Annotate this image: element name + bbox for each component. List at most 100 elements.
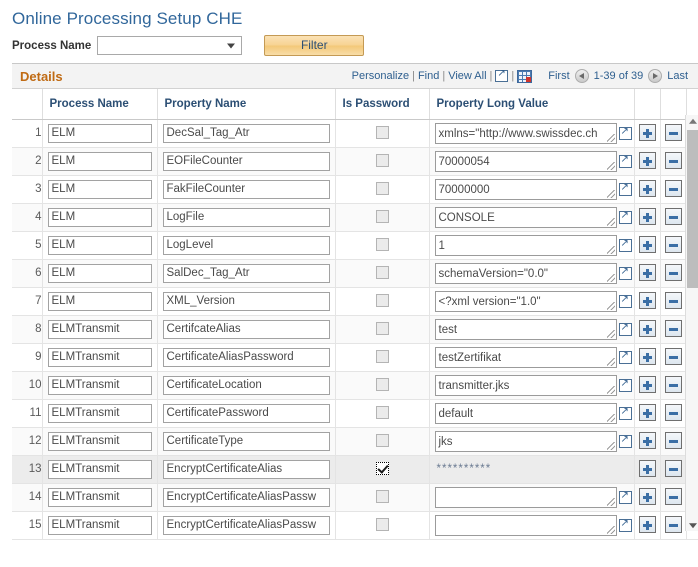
add-row-button[interactable] <box>638 236 656 254</box>
property-name-input[interactable]: EncryptCertificateAlias <box>162 459 330 479</box>
expand-field-icon[interactable] <box>618 153 632 168</box>
process-name-input[interactable]: ELMTransmit <box>47 375 152 395</box>
property-name-input[interactable]: EncryptCertificateAliasPassw <box>162 487 330 507</box>
property-long-value-textarea[interactable]: default <box>434 402 617 424</box>
property-name-input[interactable]: FakFileCounter <box>162 179 330 199</box>
find-link[interactable]: Find <box>418 70 439 82</box>
view-all-link[interactable]: View All <box>448 70 486 82</box>
add-row-button[interactable] <box>638 292 656 310</box>
delete-row-button[interactable] <box>664 320 682 338</box>
add-row-button[interactable] <box>638 152 656 170</box>
property-name-input[interactable]: CertificateLocation <box>162 375 330 395</box>
is-password-checkbox[interactable] <box>375 294 389 308</box>
property-name-input[interactable]: DecSal_Tag_Atr <box>162 123 330 143</box>
delete-row-button[interactable] <box>664 208 682 226</box>
first-page-link[interactable]: First <box>548 70 569 82</box>
expand-field-icon[interactable] <box>618 433 632 448</box>
is-password-checkbox[interactable] <box>375 434 389 448</box>
is-password-checkbox[interactable] <box>375 126 389 140</box>
property-name-input[interactable]: CertificatePassword <box>162 403 330 423</box>
property-long-value-textarea[interactable]: <?xml version="1.0" <box>434 290 617 312</box>
property-name-input[interactable]: LogFile <box>162 207 330 227</box>
add-row-button[interactable] <box>638 208 656 226</box>
expand-field-icon[interactable] <box>618 517 632 532</box>
process-name-input[interactable]: ELMTransmit <box>47 487 152 507</box>
delete-row-button[interactable] <box>664 348 682 366</box>
is-password-checkbox[interactable] <box>375 238 389 252</box>
previous-page-icon[interactable] <box>574 69 589 83</box>
is-password-checkbox[interactable] <box>375 154 389 168</box>
property-long-value-textarea[interactable]: 1 <box>434 234 617 256</box>
grid-vertical-scrollbar[interactable] <box>685 115 698 531</box>
process-name-input[interactable]: ELM <box>47 207 152 227</box>
property-long-value-textarea[interactable]: 70000000 <box>434 178 617 200</box>
property-long-value-textarea[interactable]: schemaVersion="0.0" <box>434 262 617 284</box>
property-long-value-textarea[interactable] <box>434 486 617 508</box>
scroll-down-icon[interactable] <box>686 518 698 531</box>
is-password-checkbox[interactable] <box>375 210 389 224</box>
process-name-input[interactable]: ELM <box>47 123 152 143</box>
expand-field-icon[interactable] <box>618 125 632 140</box>
property-long-value-textarea[interactable]: transmitter.jks <box>434 374 617 396</box>
delete-row-button[interactable] <box>664 376 682 394</box>
expand-field-icon[interactable] <box>618 293 632 308</box>
add-row-button[interactable] <box>638 376 656 394</box>
property-long-value-textarea[interactable] <box>434 514 617 536</box>
process-name-input[interactable]: ELMTransmit <box>47 515 152 535</box>
expand-field-icon[interactable] <box>618 265 632 280</box>
scroll-up-icon[interactable] <box>686 115 698 128</box>
process-name-input[interactable]: ELMTransmit <box>47 431 152 451</box>
property-name-input[interactable]: EOFileCounter <box>162 151 330 171</box>
expand-field-icon[interactable] <box>618 377 632 392</box>
delete-row-button[interactable] <box>664 460 682 478</box>
add-row-button[interactable] <box>638 488 656 506</box>
add-row-button[interactable] <box>638 516 656 534</box>
property-name-input[interactable]: CertificateAliasPassword <box>162 347 330 367</box>
expand-field-icon[interactable] <box>618 321 632 336</box>
process-name-input[interactable]: ELMTransmit <box>47 403 152 423</box>
add-row-button[interactable] <box>638 180 656 198</box>
expand-field-icon[interactable] <box>618 489 632 504</box>
property-name-input[interactable]: LogLevel <box>162 235 330 255</box>
property-name-input[interactable]: SalDec_Tag_Atr <box>162 263 330 283</box>
expand-field-icon[interactable] <box>618 237 632 252</box>
add-row-button[interactable] <box>638 264 656 282</box>
property-name-input[interactable]: CertifcateAlias <box>162 319 330 339</box>
delete-row-button[interactable] <box>664 180 682 198</box>
property-name-input[interactable]: XML_Version <box>162 291 330 311</box>
is-password-checkbox[interactable] <box>375 378 389 392</box>
is-password-checkbox[interactable] <box>375 266 389 280</box>
delete-row-button[interactable] <box>664 432 682 450</box>
expand-field-icon[interactable] <box>618 181 632 196</box>
process-name-input[interactable]: ELM <box>47 263 152 283</box>
is-password-checkbox[interactable] <box>375 322 389 336</box>
delete-row-button[interactable] <box>664 516 682 534</box>
property-long-value-textarea[interactable]: test <box>434 318 617 340</box>
process-name-input[interactable]: ELMTransmit <box>47 347 152 367</box>
expand-field-icon[interactable] <box>618 349 632 364</box>
property-long-value-textarea[interactable]: 70000054 <box>434 150 617 172</box>
property-name-input[interactable]: EncryptCertificateAliasPassw <box>162 515 330 535</box>
delete-row-button[interactable] <box>664 152 682 170</box>
is-password-checkbox[interactable] <box>375 518 389 532</box>
add-row-button[interactable] <box>638 432 656 450</box>
process-name-input[interactable]: ELM <box>47 235 152 255</box>
is-password-checkbox[interactable] <box>375 490 389 504</box>
is-password-checkbox[interactable] <box>375 182 389 196</box>
property-long-value-textarea[interactable]: jks <box>434 430 617 452</box>
delete-row-button[interactable] <box>664 236 682 254</box>
delete-row-button[interactable] <box>664 404 682 422</box>
process-name-input[interactable]: ELMTransmit <box>47 319 152 339</box>
add-row-button[interactable] <box>638 404 656 422</box>
add-row-button[interactable] <box>638 320 656 338</box>
expand-field-icon[interactable] <box>618 209 632 224</box>
delete-row-button[interactable] <box>664 488 682 506</box>
delete-row-button[interactable] <box>664 292 682 310</box>
property-long-value-textarea[interactable]: testZertifikat <box>434 346 617 368</box>
new-window-icon[interactable] <box>495 68 509 82</box>
scrollbar-thumb[interactable] <box>687 130 698 288</box>
expand-field-icon[interactable] <box>618 405 632 420</box>
add-row-button[interactable] <box>638 124 656 142</box>
process-name-select[interactable] <box>97 36 243 55</box>
last-page-link[interactable]: Last <box>667 70 688 82</box>
